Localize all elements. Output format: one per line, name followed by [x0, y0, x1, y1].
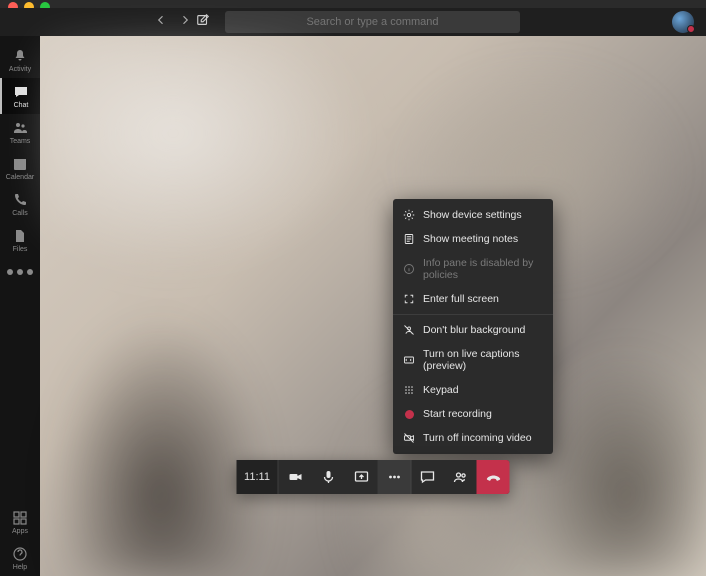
call-duration: 11:11 [237, 460, 279, 494]
rail-label: Calendar [6, 174, 34, 181]
toggle-camera-button[interactable] [279, 460, 312, 494]
help-icon [12, 546, 28, 562]
window-titlebar [0, 0, 706, 8]
toggle-mic-button[interactable] [312, 460, 345, 494]
people-icon [12, 120, 28, 136]
new-chat-button[interactable] [196, 13, 210, 32]
rail-label: Activity [9, 66, 31, 73]
file-icon [12, 228, 28, 244]
menu-turn-on-live-captions[interactable]: Turn on live captions (preview) [393, 342, 553, 378]
apps-icon [12, 510, 28, 526]
search-input[interactable] [225, 16, 520, 28]
keypad-icon [403, 384, 415, 396]
compose-icon [196, 13, 210, 27]
menu-enter-full-screen[interactable]: Enter full screen [393, 287, 553, 311]
menu-show-meeting-notes[interactable]: Show meeting notes [393, 227, 553, 251]
hang-up-button[interactable] [477, 460, 510, 494]
chat-bubble-icon [420, 469, 436, 485]
more-actions-menu: Show device settings Show meeting notes … [393, 199, 553, 454]
menu-label: Enter full screen [423, 293, 499, 305]
menu-turn-off-incoming-video[interactable]: Turn off incoming video [393, 426, 553, 450]
more-actions-button[interactable] [378, 460, 411, 494]
fullscreen-icon [403, 293, 415, 305]
bell-icon [12, 48, 28, 64]
call-toolbar: 11:11 [237, 460, 510, 494]
rail-label: Calls [12, 210, 28, 217]
remote-video-blurred [40, 36, 706, 576]
captions-icon [403, 354, 415, 366]
rail-label: Chat [14, 102, 29, 109]
menu-label: Info pane is disabled by policies [423, 257, 543, 281]
share-screen-button[interactable] [345, 460, 378, 494]
share-icon [353, 469, 369, 485]
notes-icon [403, 233, 415, 245]
rail-calendar[interactable]: Calendar [0, 150, 40, 186]
app-rail: Activity Chat Teams Calendar Calls Files [0, 36, 40, 576]
menu-label: Turn on live captions (preview) [423, 348, 543, 372]
rail-label: Help [13, 564, 27, 571]
command-search-box[interactable] [225, 11, 520, 33]
menu-label: Turn off incoming video [423, 432, 532, 444]
menu-show-device-settings[interactable]: Show device settings [393, 203, 553, 227]
menu-label: Show device settings [423, 209, 522, 221]
menu-label: Keypad [423, 384, 459, 396]
forward-button[interactable] [179, 13, 191, 31]
gear-icon [403, 209, 415, 221]
show-conversation-button[interactable] [411, 460, 444, 494]
menu-separator [393, 314, 553, 315]
menu-label: Show meeting notes [423, 233, 518, 245]
menu-info-pane-disabled: Info pane is disabled by policies [393, 251, 553, 287]
menu-keypad[interactable]: Keypad [393, 378, 553, 402]
more-icon [0, 252, 40, 292]
rail-calls[interactable]: Calls [0, 186, 40, 222]
show-participants-button[interactable] [444, 460, 477, 494]
info-icon [403, 263, 415, 275]
rail-label: Teams [10, 138, 31, 145]
rail-teams[interactable]: Teams [0, 114, 40, 150]
menu-dont-blur-background[interactable]: Don't blur background [393, 318, 553, 342]
video-icon [287, 469, 303, 485]
rail-label: Apps [12, 528, 28, 535]
menu-start-recording[interactable]: Start recording [393, 402, 553, 426]
rail-apps[interactable]: Apps [0, 504, 40, 540]
rail-more-button[interactable] [0, 258, 40, 286]
calendar-icon [12, 156, 28, 172]
record-icon [405, 410, 414, 419]
menu-label: Don't blur background [423, 324, 525, 336]
chevron-right-icon [179, 14, 191, 26]
rail-chat[interactable]: Chat [0, 78, 40, 114]
presence-badge [687, 25, 695, 33]
mic-icon [320, 469, 336, 485]
video-off-icon [403, 432, 415, 444]
chat-icon [13, 84, 29, 100]
menu-label: Start recording [423, 408, 492, 420]
chevron-left-icon [155, 14, 167, 26]
history-nav [155, 13, 191, 31]
more-icon [386, 469, 402, 485]
video-call-stage: Show device settings Show meeting notes … [40, 36, 706, 576]
blur-off-icon [403, 324, 415, 336]
rail-activity[interactable]: Activity [0, 42, 40, 78]
app-window: Activity Chat Teams Calendar Calls Files [0, 0, 706, 576]
people-icon [452, 469, 468, 485]
rail-help[interactable]: Help [0, 540, 40, 576]
top-bar [0, 8, 706, 36]
hangup-icon [485, 469, 501, 485]
back-button[interactable] [155, 13, 167, 31]
phone-icon [12, 192, 28, 208]
